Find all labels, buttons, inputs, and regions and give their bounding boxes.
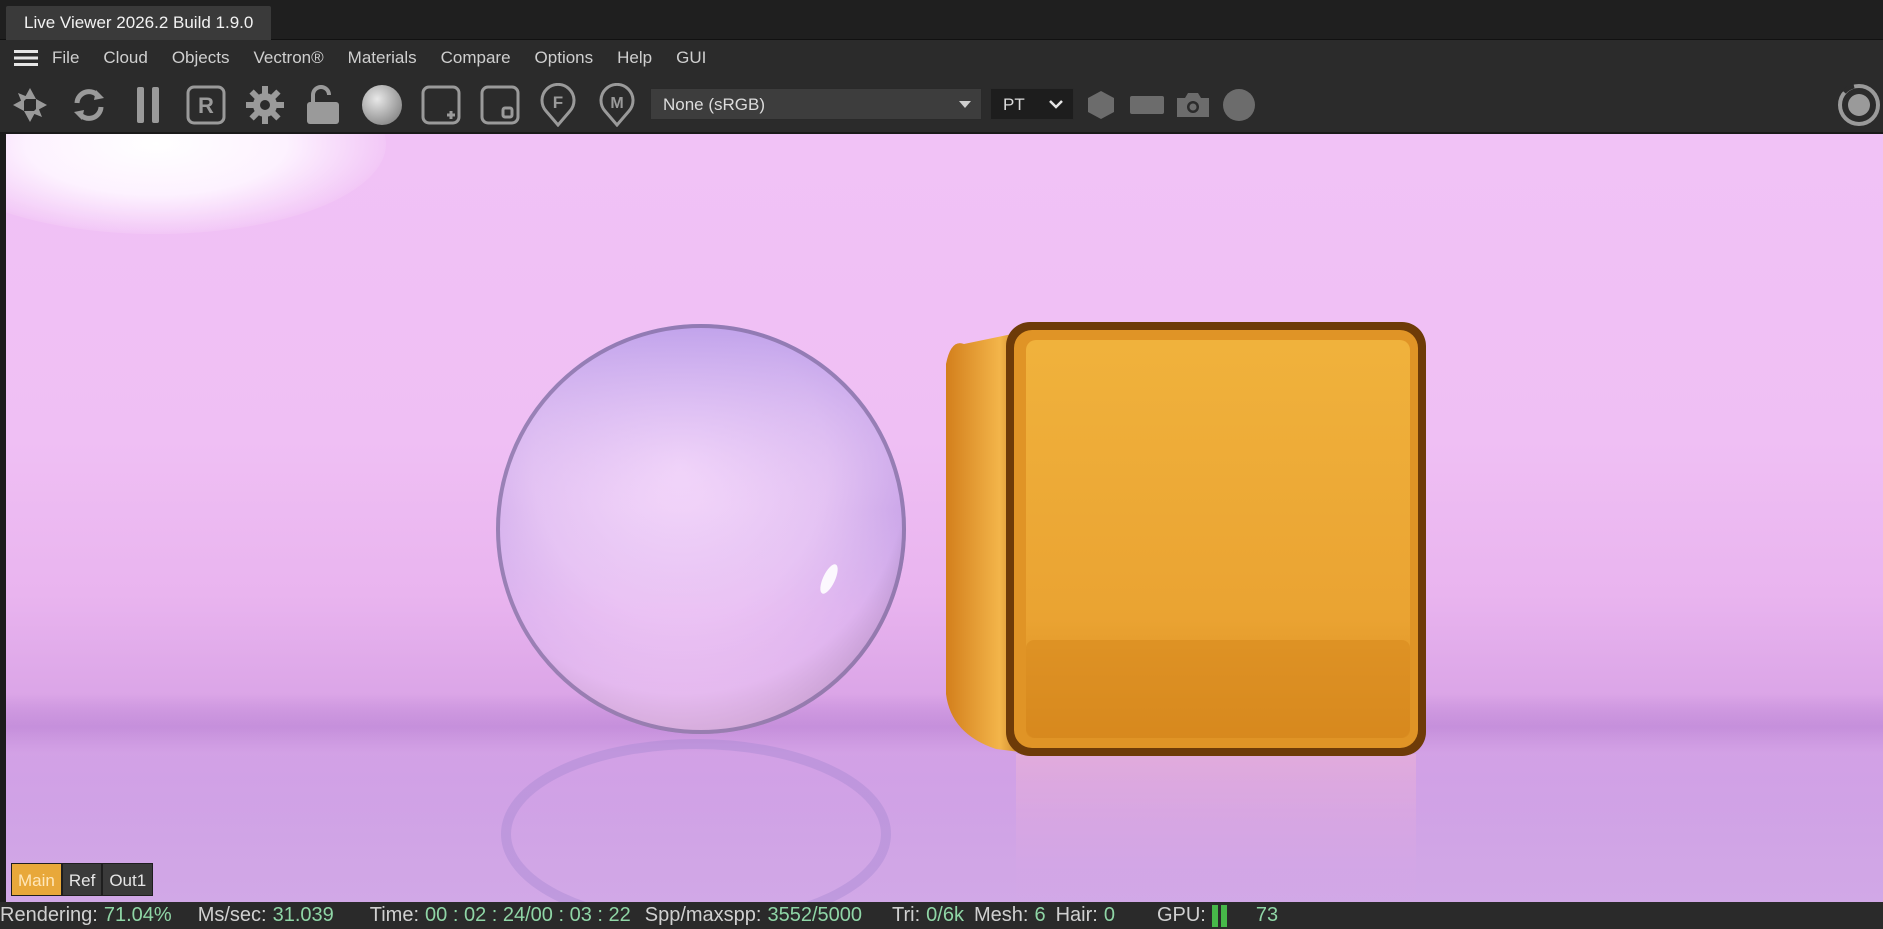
menu-bar: File Cloud Objects Vectron® Materials Co…	[0, 40, 1883, 76]
menu-objects[interactable]: Objects	[172, 48, 230, 68]
title-bar: Live Viewer 2026.2 Build 1.9.0	[0, 0, 1883, 40]
buffer-main-button[interactable]: Main	[11, 863, 62, 896]
mesh-value: 6	[1034, 904, 1046, 926]
render-viewport[interactable]	[6, 134, 1883, 902]
svg-text:F: F	[553, 93, 563, 112]
hair-label: Hair:	[1055, 904, 1098, 926]
menu-gui[interactable]: GUI	[676, 48, 706, 68]
caret-down-icon	[959, 101, 971, 108]
time-label: Time:	[369, 904, 420, 926]
tri-value: 0/6k	[926, 904, 964, 926]
status-bar: Rendering: 71.04% Ms/sec: 31.039 Time: 0…	[0, 902, 1883, 929]
chevron-down-icon	[1049, 100, 1063, 109]
spp-value: 3552/5000	[767, 904, 863, 926]
toolbar: R F M None (sRGB) PT	[0, 76, 1883, 134]
menu-materials[interactable]: Materials	[348, 48, 417, 68]
kernel-value: PT	[1003, 95, 1025, 114]
refresh-icon[interactable]	[65, 83, 113, 127]
sphere-icon[interactable]	[358, 83, 406, 127]
buffer-out1-button[interactable]: Out1	[102, 863, 154, 896]
unlock-icon[interactable]	[299, 83, 347, 127]
time-value: 00 : 02 : 24/00 : 03 : 22	[425, 904, 631, 926]
rendering-value: 71.04%	[103, 904, 172, 926]
aperture-icon[interactable]	[6, 83, 54, 127]
tri-label: Tri:	[892, 904, 921, 926]
mesh-label: Mesh:	[973, 904, 1029, 926]
hamburger-menu-icon[interactable]	[0, 40, 52, 76]
gpu-label: GPU:	[1156, 904, 1206, 926]
menu-vectron[interactable]: Vectron®	[253, 48, 323, 68]
render-scene	[496, 322, 1426, 902]
pause-icon[interactable]	[124, 83, 172, 127]
material-m-icon[interactable]: M	[593, 83, 641, 127]
mssec-label: Ms/sec:	[197, 904, 267, 926]
circle-icon[interactable]	[1216, 83, 1262, 127]
region-r-icon[interactable]: R	[182, 83, 230, 127]
menu-help[interactable]: Help	[617, 48, 652, 68]
spp-label: Spp/maxspp:	[644, 904, 762, 926]
menu-compare[interactable]: Compare	[441, 48, 511, 68]
color-space-value: None (sRGB)	[663, 95, 766, 114]
color-space-select[interactable]: None (sRGB)	[650, 88, 982, 120]
rendering-label: Rendering:	[0, 904, 98, 926]
add-square-icon[interactable]	[417, 83, 465, 127]
menu-options[interactable]: Options	[535, 48, 594, 68]
mssec-value: 31.039	[272, 904, 334, 926]
svg-text:M: M	[610, 95, 623, 112]
rectangle-icon[interactable]	[1124, 83, 1170, 127]
svg-text:R: R	[198, 93, 214, 118]
hexagon-icon[interactable]	[1078, 83, 1124, 127]
camera-icon[interactable]	[1170, 83, 1216, 127]
menu-cloud[interactable]: Cloud	[103, 48, 147, 68]
gpu-value: 73	[1255, 904, 1279, 926]
square-small-icon[interactable]	[476, 83, 524, 127]
gpu-usage-bars	[1211, 904, 1230, 927]
window-tab[interactable]: Live Viewer 2026.2 Build 1.9.0	[6, 6, 272, 40]
menu-file[interactable]: File	[52, 48, 79, 68]
kernel-select[interactable]: PT	[990, 88, 1074, 120]
target-ring-icon[interactable]	[1836, 82, 1882, 128]
focus-f-icon[interactable]: F	[534, 83, 582, 127]
settings-gear-icon[interactable]	[241, 83, 289, 127]
buffer-ref-button[interactable]: Ref	[61, 863, 103, 896]
buffer-switcher: Main Ref Out1	[11, 863, 154, 896]
hair-value: 0	[1103, 904, 1115, 926]
